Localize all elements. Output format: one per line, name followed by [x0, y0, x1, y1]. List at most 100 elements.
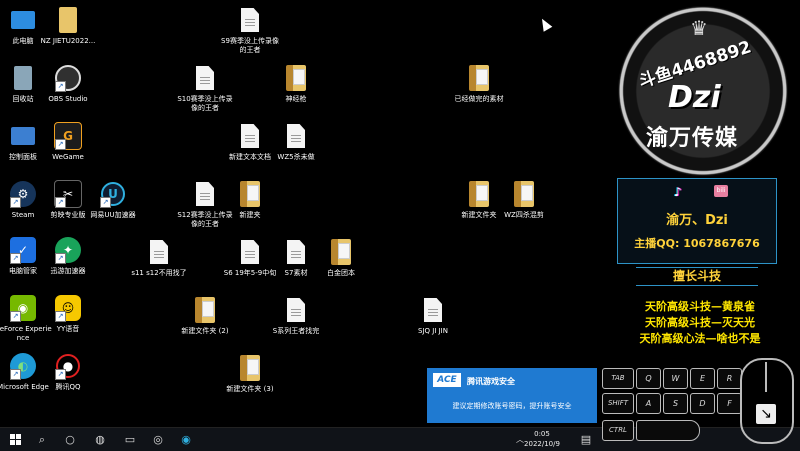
capcut-icon: ✂ — [54, 180, 82, 208]
platinum-team-folder[interactable]: 白金团本 — [312, 238, 370, 278]
document-icon — [236, 238, 264, 266]
mouse-divider — [765, 362, 767, 392]
folder-icon — [191, 296, 219, 324]
skills-list: 天阶高级斗技—黄泉雀 天阶高级斗技—灭天光 天阶高级心法—啥也不是 — [612, 299, 788, 347]
edge-icon: ◐ — [9, 352, 37, 380]
notification-center-icon[interactable]: ▤ — [576, 431, 596, 448]
douyu-logo: ♛ 斗鱼4468892 Dzi 渝万传媒 — [618, 6, 788, 176]
tiktok-icon: ♪ — [674, 185, 682, 199]
recycle-bin-icon — [9, 64, 37, 92]
document-icon — [419, 296, 447, 324]
document-icon — [191, 64, 219, 92]
s10-file[interactable]: S10赛季没上传录像的王者 — [176, 64, 234, 113]
network-icon[interactable]: ◍ — [90, 431, 110, 448]
key-row-3: CTRL — [602, 420, 700, 441]
specialty-title: 擅长斗技 — [636, 267, 758, 286]
streamer-info-box: ♪ bili 渝万、Dzi 主播QQ: 1067867676 — [617, 178, 777, 264]
system-clock[interactable]: 0:05 2022/10/9 — [512, 429, 572, 449]
s9-file[interactable]: S9赛季没上传录像的王者 — [221, 6, 279, 55]
skill-line: 天阶高级斗技—灭天光 — [645, 316, 755, 329]
steam-icon: ⚙ — [9, 180, 37, 208]
key-ctrl: CTRL — [602, 420, 634, 441]
folder-icon — [236, 354, 264, 382]
mouse-overlay: ↘ — [740, 358, 794, 444]
key-d: D — [690, 393, 715, 414]
logo-media: 渝万传媒 — [646, 126, 739, 151]
sjq-file[interactable]: SJQ JI JIN — [404, 296, 462, 336]
key-w: W — [663, 368, 688, 389]
folder-icon — [465, 64, 493, 92]
nz-jietu-folder[interactable]: NZ JIETU2022... — [39, 6, 97, 46]
yy-shortcut[interactable]: ☺ YY语音 — [39, 294, 97, 334]
skill-line: 天阶高级心法—啥也不是 — [639, 332, 761, 345]
folder-icon — [282, 64, 310, 92]
windows-start-icon[interactable] — [6, 431, 26, 448]
document-icon — [282, 296, 310, 324]
key-s: S — [663, 393, 688, 414]
streamer-name: 渝万、Dzi — [666, 213, 728, 228]
social-icons: ♪ bili — [674, 185, 728, 199]
obs-icon — [54, 64, 82, 92]
s-series-file[interactable]: S系列王者找完 — [267, 296, 325, 336]
key-row-1: TAB Q W E R — [602, 368, 742, 389]
document-icon — [282, 122, 310, 150]
s11-s12-file[interactable]: s11 s12不用找了 — [130, 238, 188, 278]
streamer-qq: 主播QQ: 1067867676 — [634, 237, 760, 250]
new-folder-3[interactable]: 新建文件夹 (3) — [221, 354, 279, 394]
wegame-shortcut[interactable]: G WeGame — [39, 122, 97, 162]
key-q: Q — [636, 368, 661, 389]
key-e: E — [690, 368, 715, 389]
penguin-icon: ● — [54, 352, 82, 380]
xunyou-shortcut[interactable]: ✦ 迅游加速器 — [39, 236, 97, 276]
monitor-icon[interactable]: ▭ — [120, 431, 140, 448]
wz5-file[interactable]: WZ5杀未做 — [267, 122, 325, 162]
key-f: F — [717, 393, 742, 414]
new-folder-short[interactable]: 新建夹 — [221, 180, 279, 220]
logo-name: Dzi — [668, 80, 721, 115]
uu-icon: U — [99, 180, 127, 208]
obs-taskbar-icon[interactable]: ◎ — [148, 431, 168, 448]
new-folder-2[interactable]: 新建文件夹 (2) — [176, 296, 234, 336]
mouse-pointer-icon — [537, 16, 553, 32]
document-icon — [236, 6, 264, 34]
yy-icon: ☺ — [54, 294, 82, 322]
desktop: 此电脑 回收站 控制面板 ⚙ Steam ✓ 电脑管家 ◉ GeForce Ex… — [0, 0, 610, 427]
wegame-icon: G — [54, 122, 82, 150]
key-r: R — [717, 368, 742, 389]
document-icon — [236, 122, 264, 150]
document-icon — [191, 180, 219, 208]
shenjingqiang-folder[interactable]: 神经枪 — [267, 64, 325, 104]
wz-quad-kill-folder[interactable]: WZ四杀混剪 — [495, 180, 553, 220]
xunyou-icon: ✦ — [54, 236, 82, 264]
key-row-2: SHIFT A S D F — [602, 393, 742, 414]
cortana-icon[interactable]: ○ — [60, 431, 80, 448]
document-icon — [282, 238, 310, 266]
mouse-arrow-icon: ↘ — [756, 404, 776, 424]
obs-shortcut[interactable]: OBS Studio — [39, 64, 97, 104]
finished-material-folder[interactable]: 已经做完的素材 — [450, 64, 508, 104]
clock-date: 2022/10/9 — [524, 440, 560, 448]
control-panel-icon — [9, 122, 37, 150]
folder-icon — [54, 6, 82, 34]
uu-shortcut[interactable]: U 网易UU加速器 — [84, 180, 142, 220]
bilibili-icon: bili — [714, 185, 728, 197]
skill-line: 天阶高级斗技—黄泉雀 — [645, 300, 755, 313]
qq-shortcut[interactable]: ● 腾讯QQ — [39, 352, 97, 392]
key-a: A — [636, 393, 661, 414]
uu-taskbar-icon[interactable]: ◉ — [176, 431, 196, 448]
ace-logo: ACE — [433, 373, 461, 387]
folder-icon — [236, 180, 264, 208]
folder-icon — [327, 238, 355, 266]
computer-icon — [9, 6, 37, 34]
search-icon[interactable]: ⌕ — [32, 431, 52, 448]
clock-time: 0:05 — [534, 430, 550, 438]
nvidia-icon: ◉ — [9, 294, 37, 322]
folder-icon — [510, 180, 538, 208]
tencent-security-notification[interactable]: ACE 腾讯游戏安全 建议定期修改账号密码，提升账号安全 — [427, 368, 597, 423]
document-icon — [145, 238, 173, 266]
crown-icon: ♛ — [690, 16, 708, 40]
key-space-part — [636, 420, 700, 441]
toast-message: 建议定期修改账号密码，提升账号安全 — [452, 402, 572, 410]
key-shift: SHIFT — [602, 393, 634, 414]
shield-icon: ✓ — [9, 236, 37, 264]
